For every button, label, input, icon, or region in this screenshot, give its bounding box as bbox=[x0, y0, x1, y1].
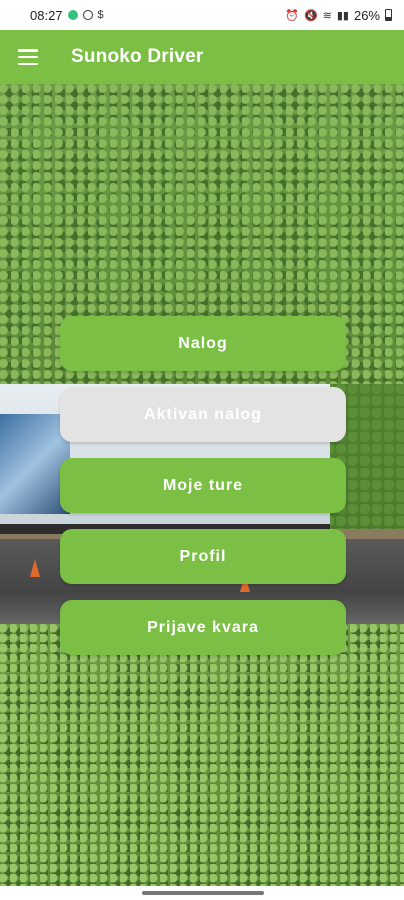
battery-percent: 26% bbox=[353, 7, 380, 23]
battery-icon bbox=[385, 9, 392, 21]
app-bar: Sunoko Driver bbox=[0, 30, 404, 84]
alarm-icon: ⏰ bbox=[285, 9, 299, 22]
prijave-kvara-button[interactable]: Prijave kvara bbox=[60, 600, 346, 655]
notification-app-icon bbox=[67, 10, 78, 20]
status-time: 08:27 bbox=[30, 7, 63, 23]
nalog-button[interactable]: Nalog bbox=[60, 316, 346, 371]
currency-icon: $ bbox=[97, 9, 104, 21]
status-left: 08:27 $ bbox=[30, 8, 104, 23]
wifi-icon: ≋ bbox=[322, 9, 332, 22]
navigation-bar bbox=[0, 886, 404, 900]
home-gesture-handle[interactable] bbox=[142, 891, 264, 895]
moje-ture-button[interactable]: Moje ture bbox=[60, 458, 346, 513]
hamburger-menu-icon[interactable] bbox=[18, 49, 38, 65]
traffic-cone-icon bbox=[30, 559, 40, 577]
profil-button[interactable]: Profil bbox=[60, 529, 346, 584]
whatsapp-icon bbox=[82, 10, 93, 20]
main-menu: Nalog Aktivan nalog Moje ture Profil Pri… bbox=[60, 316, 346, 655]
signal-icon: ▮▮ bbox=[336, 9, 349, 22]
status-bar: 08:27 $ ⏰ 🔇 ≋ ▮▮ 26% bbox=[0, 0, 404, 30]
field-image-bottom bbox=[0, 624, 404, 886]
aktivan-nalog-button[interactable]: Aktivan nalog bbox=[60, 387, 346, 442]
app-title: Sunoko Driver bbox=[71, 46, 204, 67]
status-right: ⏰ 🔇 ≋ ▮▮ 26% bbox=[285, 8, 392, 23]
mute-icon: 🔇 bbox=[303, 9, 318, 22]
